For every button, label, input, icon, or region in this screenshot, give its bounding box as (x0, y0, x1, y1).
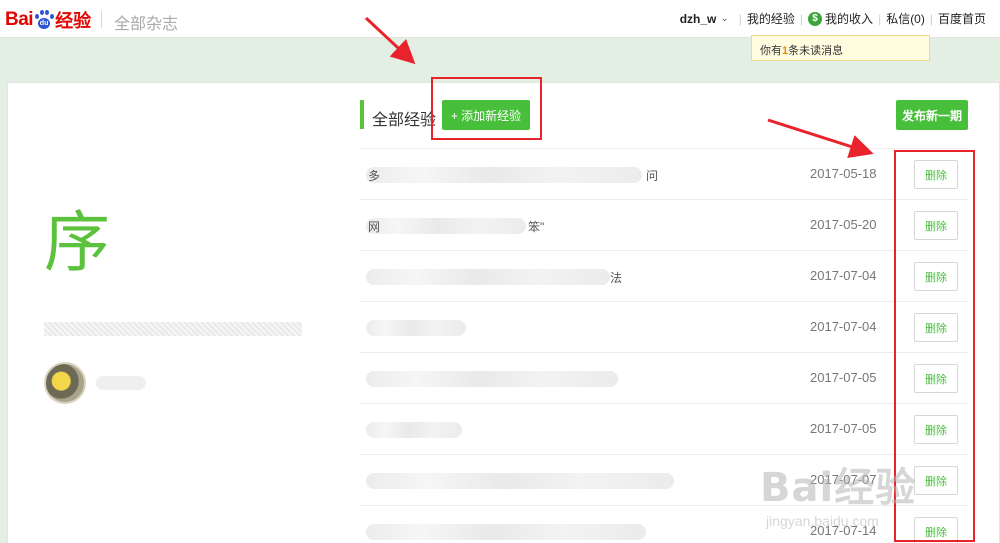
arrow-to-delete-column (767, 118, 874, 158)
watermark-url: jingyan.baidu.com (766, 513, 879, 529)
baidu-jingyan-watermark: Bai经验 jingyan.baidu.com (760, 455, 916, 529)
watermark-logo: Bai经验 (760, 465, 917, 511)
arrow-to-add-button (364, 16, 416, 65)
